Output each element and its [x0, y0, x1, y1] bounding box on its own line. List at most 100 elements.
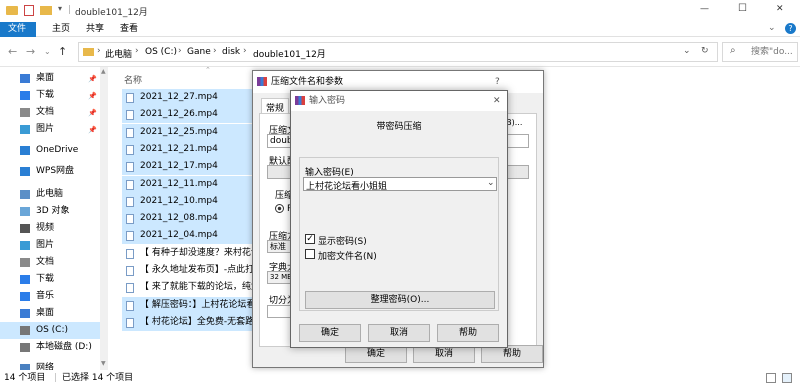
sidebar-item[interactable]: 桌面: [0, 305, 100, 322]
file-name: 2021_12_25.mp4: [140, 126, 218, 137]
sidebar-item[interactable]: 本地磁盘 (D:): [0, 339, 100, 356]
sidebar-item[interactable]: 下载 📌: [0, 87, 100, 104]
breadcrumb-gane[interactable]: Gane: [187, 47, 211, 57]
sidebar-item-label: 3D 对象: [36, 206, 70, 216]
pin-icon[interactable]: 📌: [88, 105, 97, 122]
sidebar-item[interactable]: 文档 📌: [0, 104, 100, 121]
file-icon: [126, 317, 134, 328]
file-row[interactable]: 2021_12_08.mp4: [122, 210, 258, 228]
password-dialog: 输入密码 ✕ 带密码压缩 输入密码(E) 上村花论坛看小姐姐 ⌄ ✓ 显示密码(…: [290, 90, 508, 348]
scroll-up-icon[interactable]: ▲: [101, 68, 106, 75]
password-dropdown-icon[interactable]: ⌄: [487, 178, 495, 188]
maximize-button[interactable]: ☐: [738, 3, 747, 14]
file-row[interactable]: 2021_12_27.mp4: [122, 89, 258, 106]
sidebar-item[interactable]: 音乐: [0, 288, 100, 305]
expand-ribbon-icon[interactable]: ⌄: [768, 23, 776, 33]
password-input[interactable]: 上村花论坛看小姐姐 ⌄: [303, 177, 497, 192]
navigation-pane-scrollbar[interactable]: [100, 67, 108, 370]
sidebar-item[interactable]: 图片: [0, 237, 100, 254]
video-file-icon: [126, 214, 134, 225]
tab-file[interactable]: 文件: [0, 22, 36, 37]
file-row[interactable]: 2021_12_04.mp4: [122, 227, 258, 245]
video-file-icon: [126, 93, 134, 103]
file-row[interactable]: 【 解压密码：】上村花论坛看小: [122, 296, 258, 314]
password-ok-button[interactable]: 确定: [299, 324, 361, 342]
large-icons-view-icon[interactable]: [782, 373, 792, 383]
sidebar-item[interactable]: 桌面 📌: [0, 70, 100, 87]
sidebar-item[interactable]: OneDrive: [0, 142, 100, 159]
recent-dropdown-icon[interactable]: ⌄: [44, 47, 51, 56]
item-count: 14 个项目: [4, 373, 46, 383]
file-row[interactable]: 2021_12_17.mp4: [122, 158, 258, 176]
breadcrumb-chevron-icon[interactable]: ›: [178, 46, 182, 56]
address-bar[interactable]: › 此电脑 › OS (C:) › Gane › disk › double10…: [78, 42, 718, 62]
organize-passwords-button[interactable]: 整理密码(O)...: [305, 291, 495, 309]
sidebar-item[interactable]: 此电脑: [0, 186, 100, 203]
password-dialog-close-button[interactable]: ✕: [493, 91, 501, 111]
details-view-icon[interactable]: [766, 373, 776, 383]
address-dropdown-icon[interactable]: ⌄: [683, 46, 691, 56]
breadcrumb-current-folder[interactable]: double101_12月: [253, 47, 326, 60]
breadcrumb-disk[interactable]: disk: [222, 47, 240, 57]
encrypt-filenames-checkbox[interactable]: [305, 249, 315, 259]
file-row[interactable]: 【 永久地址发布页】-点此打开: [122, 262, 258, 279]
breadcrumb-chevron-icon[interactable]: ›: [135, 46, 139, 56]
file-row[interactable]: 2021_12_25.mp4: [122, 123, 258, 141]
new-folder-icon[interactable]: [40, 6, 52, 15]
help-icon[interactable]: ?: [785, 23, 796, 34]
quick-access-dropdown-icon[interactable]: ▾: [58, 4, 62, 13]
breadcrumb-chevron-icon[interactable]: ›: [213, 46, 217, 56]
forward-arrow-icon[interactable]: →: [26, 45, 35, 58]
minimize-button[interactable]: —: [700, 4, 709, 14]
tab-view[interactable]: 查看: [112, 22, 146, 37]
sidebar-item-label: 图片: [36, 124, 55, 134]
window-title: double101_12月: [75, 8, 148, 18]
sidebar-item-label: 桌面: [36, 73, 55, 83]
file-row[interactable]: 2021_12_10.mp4: [122, 192, 258, 210]
ribbon-tabs: 文件 主页 共享 查看 ⌄ ?: [0, 22, 800, 37]
scroll-down-icon[interactable]: ▼: [101, 360, 106, 367]
breadcrumb-chevron-icon[interactable]: ›: [97, 46, 101, 56]
file-icon: [126, 248, 134, 259]
sidebar-item[interactable]: OS (C:): [0, 322, 100, 339]
file-name: 【 有种子却没速度？来村花论坛: [140, 247, 258, 258]
pin-icon[interactable]: 📌: [88, 122, 97, 139]
close-button[interactable]: ✕: [776, 4, 784, 14]
properties-icon[interactable]: [24, 5, 34, 16]
refresh-icon[interactable]: ↻: [701, 46, 709, 56]
sidebar-item-label: OneDrive: [36, 145, 79, 155]
back-arrow-icon[interactable]: ←: [8, 45, 17, 58]
sidebar-item[interactable]: 视频: [0, 220, 100, 237]
file-row[interactable]: 2021_12_26.mp4: [122, 106, 258, 124]
file-name: 2021_12_04.mp4: [140, 230, 218, 241]
sidebar-item[interactable]: WPS网盘: [0, 163, 100, 180]
breadcrumb-chevron-icon[interactable]: ›: [243, 46, 247, 56]
password-help-button[interactable]: 帮助: [437, 324, 499, 342]
tab-home[interactable]: 主页: [44, 22, 78, 37]
password-dialog-title: 输入密码: [309, 96, 346, 106]
pin-icon[interactable]: 📌: [88, 71, 97, 88]
file-name: 2021_12_11.mp4: [140, 178, 218, 189]
file-row[interactable]: 【 有种子却没速度？来村花论坛: [122, 244, 258, 262]
tab-share[interactable]: 共享: [78, 22, 112, 37]
file-row[interactable]: 【 来了就能下载的论坛，纯免: [122, 279, 258, 297]
file-name: 【 村花论坛】全免费-无套路-: [140, 316, 258, 327]
format-radio[interactable]: [275, 204, 284, 213]
video-file-icon: [126, 110, 134, 121]
breadcrumb-this-pc[interactable]: 此电脑: [105, 47, 132, 60]
sidebar-item[interactable]: 图片 📌: [0, 121, 100, 138]
sidebar-item[interactable]: 3D 对象: [0, 203, 100, 220]
sidebar-item[interactable]: 下载: [0, 271, 100, 288]
pin-icon[interactable]: 📌: [88, 88, 97, 105]
password-cancel-button[interactable]: 取消: [368, 324, 430, 342]
file-row[interactable]: 【 村花论坛】全免费-无套路-: [122, 313, 258, 331]
sidebar-item[interactable]: 文档: [0, 254, 100, 271]
file-row[interactable]: 2021_12_21.mp4: [122, 140, 258, 158]
up-arrow-icon[interactable]: ↑: [58, 45, 67, 58]
show-password-checkbox[interactable]: ✓: [305, 234, 315, 244]
video-file-icon: [126, 127, 134, 138]
sidebar-item-label: 此电脑: [36, 189, 64, 199]
column-header-name[interactable]: 名称: [124, 73, 264, 88]
file-row[interactable]: 2021_12_11.mp4: [122, 175, 258, 193]
breadcrumb-os-c[interactable]: OS (C:): [145, 47, 177, 57]
